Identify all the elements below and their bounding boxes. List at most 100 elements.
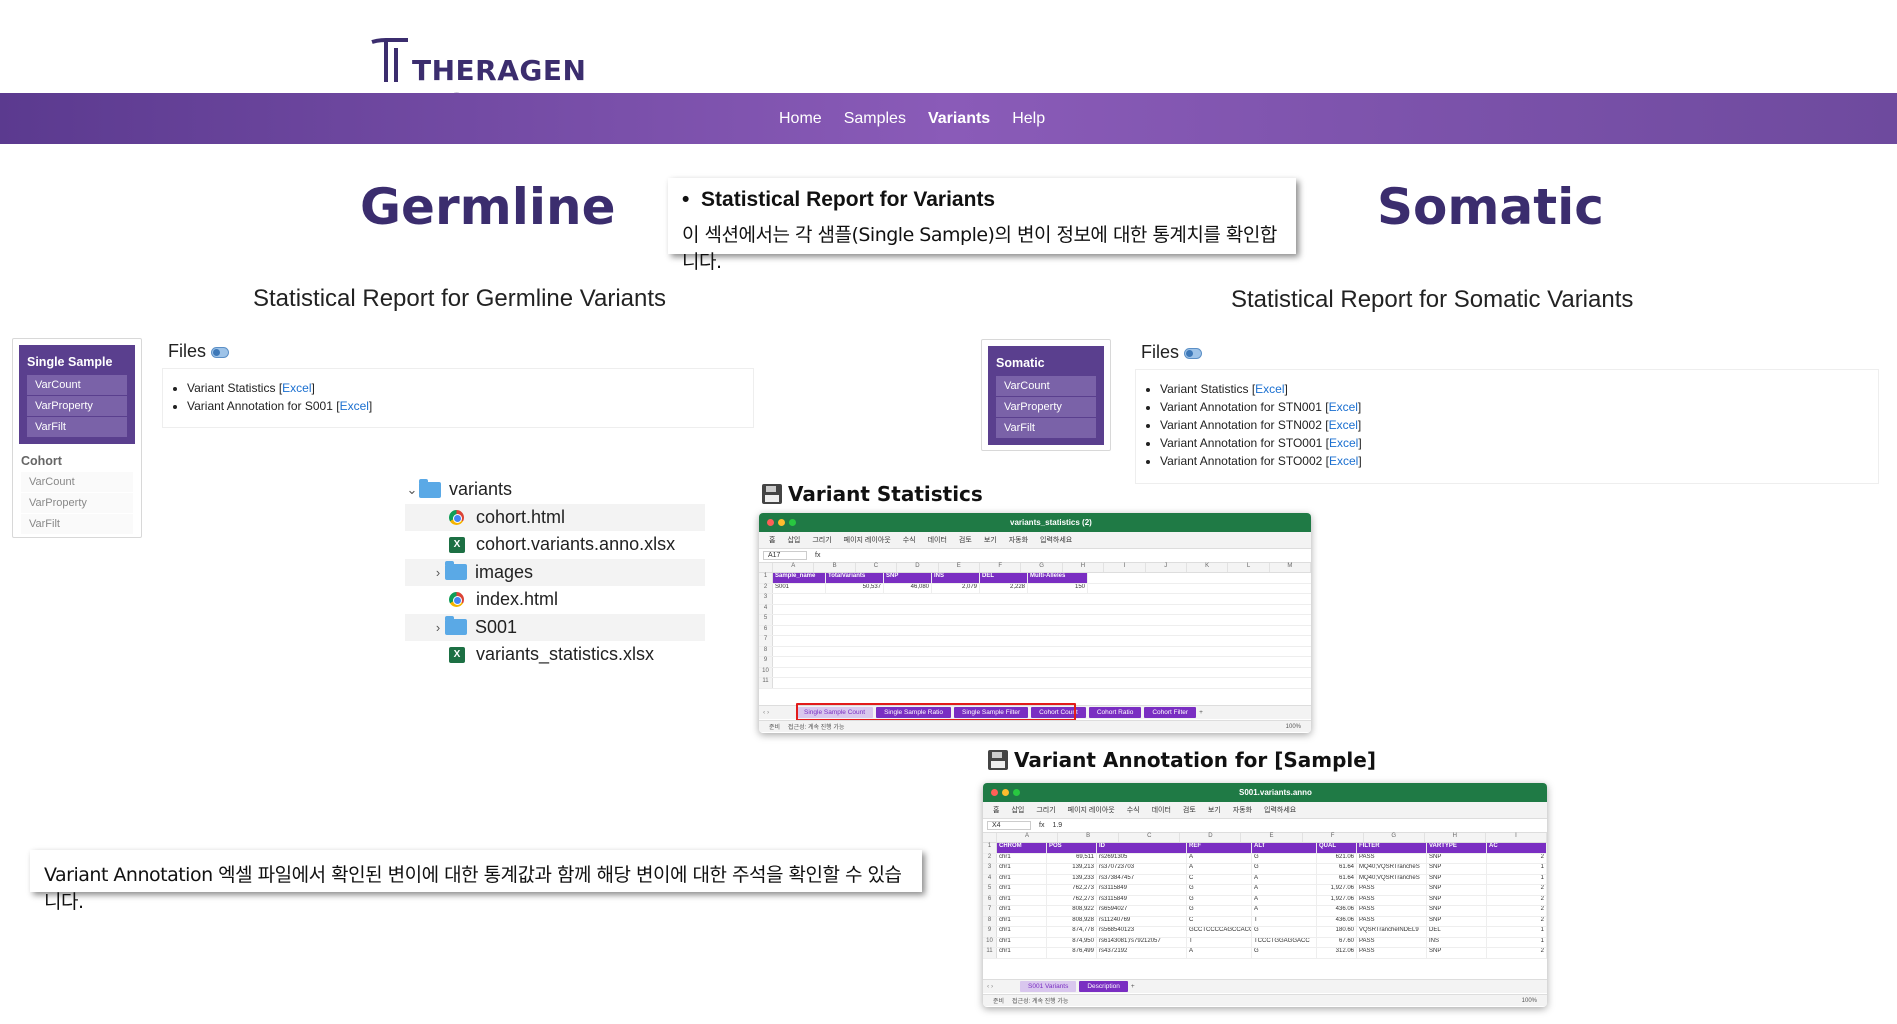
- table-cell[interactable]: SNP: [1427, 864, 1487, 874]
- tree-row[interactable]: index.html: [405, 586, 705, 614]
- row-number[interactable]: 4: [983, 874, 997, 884]
- table-cell[interactable]: chr1: [997, 864, 1047, 874]
- menu-item[interactable]: 데이터: [1152, 805, 1171, 815]
- tree-row[interactable]: Xcohort.variants.anno.xlsx: [405, 531, 705, 559]
- minimize-window-icon[interactable]: [1002, 789, 1009, 796]
- table-cell[interactable]: chr1: [997, 874, 1047, 884]
- table-cell[interactable]: 61.64: [1317, 874, 1357, 884]
- table-cell[interactable]: MQ40;VQSRTrancheS: [1357, 874, 1427, 884]
- table-cell[interactable]: A: [1252, 874, 1317, 884]
- column-header[interactable]: L: [1228, 563, 1270, 572]
- table-cell[interactable]: 436.06: [1317, 916, 1357, 926]
- table-cell[interactable]: 808,928: [1047, 916, 1097, 926]
- sidebar-item-varcount[interactable]: VarCount: [996, 376, 1096, 397]
- table-cell[interactable]: PASS: [1357, 853, 1427, 863]
- tree-row[interactable]: › images: [405, 558, 705, 586]
- sidebar-group-cohort[interactable]: Cohort: [13, 450, 141, 472]
- sidebar-group-head[interactable]: Somatic: [996, 352, 1096, 376]
- table-cell[interactable]: 2: [1487, 895, 1547, 905]
- cell-reference[interactable]: X4: [987, 821, 1031, 830]
- row-number[interactable]: 1: [983, 843, 997, 853]
- sidebar-item-cohort-varfilt[interactable]: VarFilt: [21, 514, 133, 535]
- sheet-nav-arrows[interactable]: ‹ ›: [987, 983, 1017, 990]
- column-header[interactable]: B: [814, 563, 856, 572]
- sidebar-item-varproperty[interactable]: VarProperty: [27, 396, 127, 417]
- table-cell[interactable]: SNP: [1427, 895, 1487, 905]
- chevron-right-icon[interactable]: ›: [431, 565, 445, 580]
- table-cell[interactable]: 1,927.06: [1317, 885, 1357, 895]
- tree-row[interactable]: Xvariants_statistics.xlsx: [405, 641, 705, 669]
- column-header[interactable]: F: [1303, 833, 1364, 842]
- table-cell[interactable]: A: [1187, 853, 1252, 863]
- table-cell[interactable]: rs6143081;rs79212057: [1097, 937, 1187, 947]
- table-cell[interactable]: 139,213: [1047, 864, 1097, 874]
- column-header[interactable]: E: [939, 563, 980, 572]
- table-cell[interactable]: 69,511: [1047, 853, 1097, 863]
- sheet-tab[interactable]: S001 Variants: [1020, 981, 1077, 992]
- menu-item[interactable]: 검토: [959, 535, 972, 545]
- table-cell[interactable]: 762,273: [1047, 895, 1097, 905]
- column-header[interactable]: K: [1187, 563, 1229, 572]
- menu-item[interactable]: 보기: [1208, 805, 1221, 815]
- sidebar-item-varfilt[interactable]: VarFilt: [27, 417, 127, 438]
- table-cell[interactable]: chr1: [997, 853, 1047, 863]
- row-number[interactable]: 7: [983, 906, 997, 916]
- menu-item[interactable]: 검토: [1183, 805, 1196, 815]
- menu-item[interactable]: 삽입: [787, 535, 800, 545]
- table-cell[interactable]: 67.60: [1317, 937, 1357, 947]
- excel-link[interactable]: Excel: [1329, 418, 1358, 432]
- add-sheet-icon[interactable]: +: [1131, 983, 1135, 990]
- column-header[interactable]: D: [1180, 833, 1242, 842]
- table-cell[interactable]: chr1: [997, 916, 1047, 926]
- menu-item[interactable]: 홈: [769, 535, 775, 545]
- table-cell[interactable]: 2: [1487, 948, 1547, 958]
- table-cell[interactable]: SNP: [1427, 853, 1487, 863]
- table-cell[interactable]: SNP: [1427, 948, 1487, 958]
- table-cell[interactable]: 180.60: [1317, 927, 1357, 937]
- table-cell[interactable]: PASS: [1357, 885, 1427, 895]
- table-cell[interactable]: rs3115849: [1097, 895, 1187, 905]
- column-header[interactable]: J: [1146, 563, 1187, 572]
- table-cell[interactable]: TCCCTGGAGGACC: [1252, 937, 1317, 947]
- table-cell[interactable]: 46,080: [884, 583, 932, 593]
- chevron-right-icon[interactable]: ›: [431, 620, 445, 635]
- row-number[interactable]: 11: [759, 678, 773, 688]
- table-cell[interactable]: G: [1252, 927, 1317, 937]
- sidebar-item-varfilt[interactable]: VarFilt: [996, 418, 1096, 439]
- table-cell[interactable]: T: [1187, 937, 1252, 947]
- table-cell[interactable]: SNP: [1427, 885, 1487, 895]
- table-cell[interactable]: DEL: [980, 573, 1028, 583]
- table-cell[interactable]: POS: [1047, 843, 1097, 853]
- row-number[interactable]: 8: [759, 646, 773, 656]
- sheet-nav-arrows[interactable]: ‹ ›: [763, 709, 793, 716]
- menu-item[interactable]: 그리기: [1036, 805, 1055, 815]
- close-window-icon[interactable]: [991, 789, 998, 796]
- row-number[interactable]: 2: [983, 853, 997, 863]
- sidebar-item-varcount[interactable]: VarCount: [27, 375, 127, 396]
- row-number[interactable]: 5: [983, 885, 997, 895]
- table-cell[interactable]: 621.06: [1317, 853, 1357, 863]
- table-cell[interactable]: 2: [1487, 906, 1547, 916]
- sidebar-group-head[interactable]: Single Sample: [27, 351, 127, 375]
- row-number[interactable]: 6: [759, 625, 773, 635]
- table-cell[interactable]: rs2691305: [1097, 853, 1187, 863]
- row-number[interactable]: 10: [983, 937, 997, 947]
- table-cell[interactable]: INS: [932, 573, 980, 583]
- table-cell[interactable]: PASS: [1357, 916, 1427, 926]
- cell-reference[interactable]: A17: [763, 551, 807, 560]
- table-cell[interactable]: G: [1187, 906, 1252, 916]
- table-cell[interactable]: C: [1187, 916, 1252, 926]
- nav-samples[interactable]: Samples: [833, 110, 917, 128]
- table-cell[interactable]: 2,228: [980, 583, 1028, 593]
- column-header[interactable]: A: [773, 563, 815, 572]
- theragen-logo[interactable]: THERAGEN BIO: [368, 36, 628, 120]
- maximize-window-icon[interactable]: [789, 519, 796, 526]
- maximize-window-icon[interactable]: [1013, 789, 1020, 796]
- tree-row[interactable]: › S001: [405, 613, 705, 641]
- table-cell[interactable]: rs4372192: [1097, 948, 1187, 958]
- table-cell[interactable]: ID: [1097, 843, 1187, 853]
- tree-row-root[interactable]: ⌄ variants: [405, 476, 705, 504]
- table-cell[interactable]: A: [1252, 885, 1317, 895]
- menu-item[interactable]: 자동화: [1233, 805, 1252, 815]
- table-cell[interactable]: T: [1252, 916, 1317, 926]
